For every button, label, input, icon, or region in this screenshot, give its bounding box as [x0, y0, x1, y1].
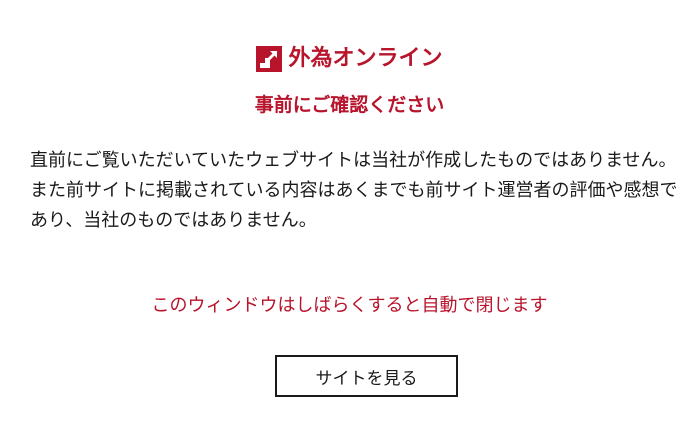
auto-close-message: このウィンドウはしばらくすると自動で閉じます: [151, 295, 548, 316]
notice-paragraph: 直前にご覧いただいていたウェブサイトは当社が作成したものではありません。: [30, 150, 677, 171]
redirect-notice-page: 外為オンライン 事前にご確認ください 直前にご覧いただいていたウェブサイトは当社…: [0, 0, 699, 423]
notice-title: 事前にご確認ください: [254, 94, 445, 116]
brand-name: 外為オンライン: [288, 46, 443, 71]
brand-logo: 外為オンライン: [0, 44, 699, 74]
notice-paragraph: また前サイトに掲載されている内容はあくまでも前サイト運営者の評価や感想であり、当…: [30, 180, 678, 231]
notice-body: 直前にご覧いただいていたウェブサイトは当社が作成したものではありません。 また前…: [30, 146, 694, 236]
view-site-button[interactable]: サイトを見る: [275, 355, 458, 397]
stair-arrow-logo-icon: [256, 46, 283, 72]
